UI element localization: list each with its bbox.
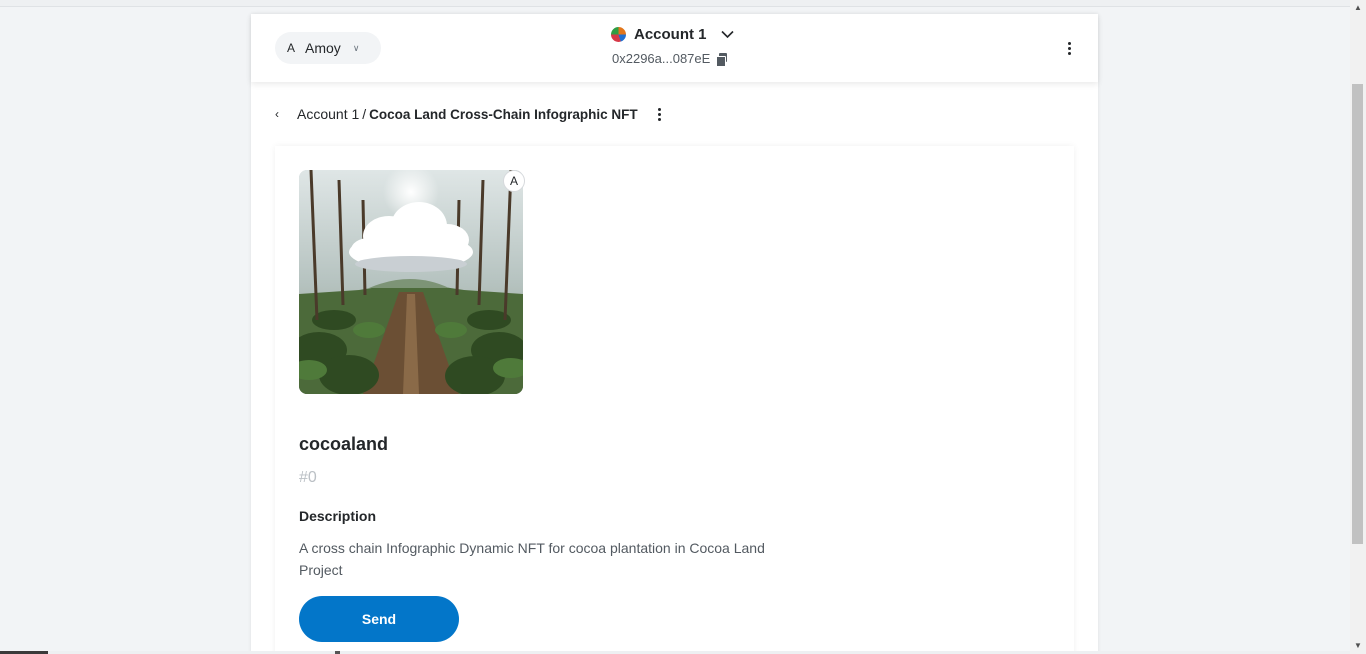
account-menu: Account 1 0x2296a...087eE — [611, 26, 741, 67]
account-picker[interactable]: Account 1 — [611, 26, 741, 43]
description-text: A cross chain Infographic Dynamic NFT fo… — [299, 540, 765, 578]
network-picker[interactable]: A Amoy ∨ — [275, 32, 381, 64]
dot — [1067, 46, 1071, 50]
network-name: Amoy — [305, 40, 341, 56]
page-scrollbar[interactable]: ▲ ▼ — [1350, 0, 1366, 654]
kebab-menu-icon[interactable] — [1064, 38, 1074, 58]
copy-icon[interactable] — [716, 52, 728, 67]
chevron-left-icon[interactable]: ‹ — [275, 107, 297, 121]
nft-token-id: #0 — [299, 469, 317, 486]
dot — [658, 107, 662, 111]
nft-collection-name: cocoaland — [299, 434, 389, 454]
wallet-app: A Amoy ∨ Account 1 0x2296a...087eE ‹ Acc… — [251, 14, 1098, 654]
scroll-thumb[interactable] — [1352, 84, 1363, 544]
breadcrumb-account[interactable]: Account 1 — [297, 106, 359, 122]
breadcrumb: ‹ Account 1 / Cocoa Land Cross-Chain Inf… — [275, 104, 664, 124]
account-avatar-icon — [611, 27, 626, 42]
dot — [1067, 51, 1071, 55]
account-address: 0x2296a...087eE — [612, 51, 711, 66]
dot — [658, 112, 662, 116]
dot — [658, 117, 662, 121]
chevron-down-icon: ∨ — [352, 42, 360, 53]
account-name: Account 1 — [634, 26, 707, 43]
account-address-row[interactable]: 0x2296a...087eE — [612, 51, 741, 67]
app-header: A Amoy ∨ Account 1 0x2296a...087eE — [251, 14, 1098, 82]
browser-top-edge — [0, 0, 1350, 7]
scroll-down-icon[interactable]: ▼ — [1353, 641, 1363, 651]
nft-image — [299, 170, 523, 394]
nft-options-icon[interactable] — [656, 106, 664, 122]
breadcrumb-current: Cocoa Land Cross-Chain Infographic NFT — [369, 106, 638, 122]
network-avatar: A — [287, 41, 296, 55]
network-badge: A — [503, 170, 525, 192]
chevron-down-icon — [720, 27, 734, 42]
nft-details-card: A cocoaland #0 Description A cross chain… — [275, 146, 1074, 654]
scroll-up-icon[interactable]: ▲ — [1353, 3, 1363, 13]
description-heading: Description — [299, 508, 377, 524]
breadcrumb-separator: / — [362, 106, 367, 122]
send-button[interactable]: Send — [299, 596, 459, 642]
dot — [1067, 41, 1071, 45]
